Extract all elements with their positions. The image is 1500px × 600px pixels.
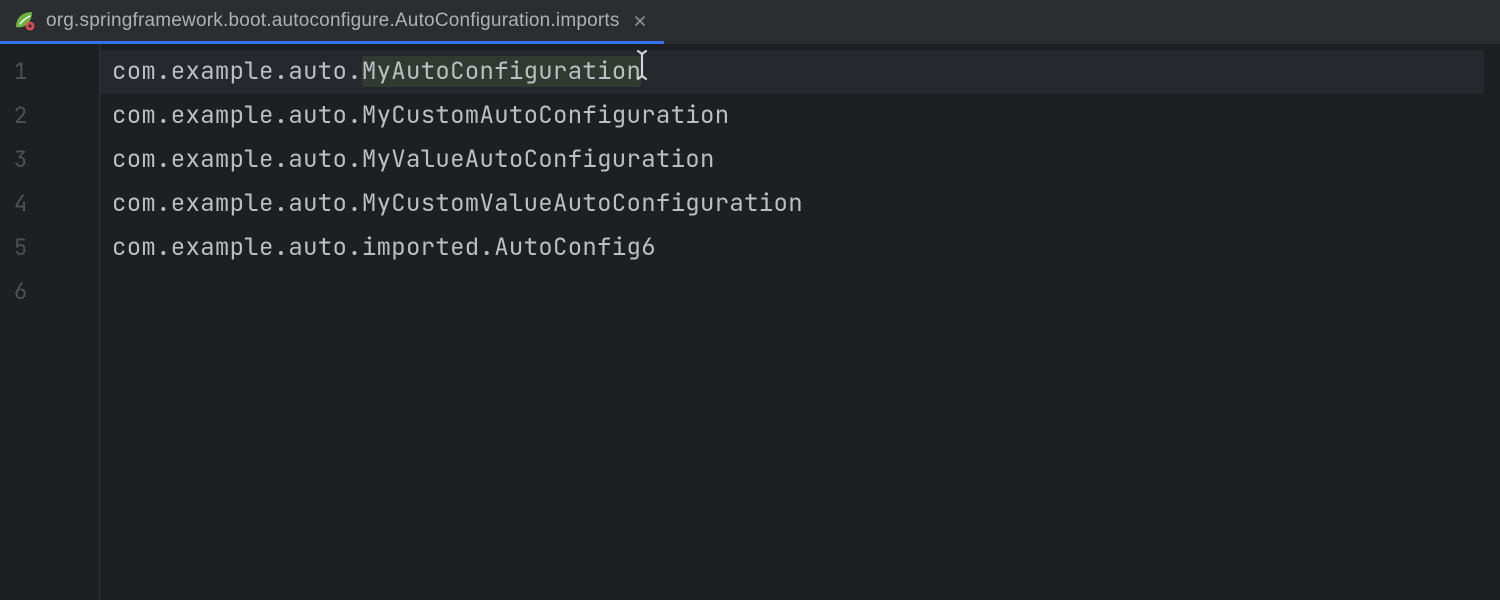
code-text: com.example.auto.imported.AutoConfig6	[112, 232, 656, 263]
line-number-gutter: 1 2 3 4 5 6	[0, 44, 100, 600]
close-icon	[634, 15, 646, 27]
tab-title: org.springframework.boot.autoconfigure.A…	[46, 10, 620, 32]
code-text: com.example.auto.MyCustomValueAutoConfig…	[112, 188, 803, 219]
line-number[interactable]: 6	[0, 270, 99, 314]
code-line[interactable]: com.example.auto.MyCustomValueAutoConfig…	[100, 182, 1484, 226]
tab-bar: org.springframework.boot.autoconfigure.A…	[0, 0, 1500, 44]
code-line[interactable]: com.example.auto.imported.AutoConfig6	[100, 226, 1484, 270]
line-number[interactable]: 2	[0, 94, 99, 138]
editor-tab[interactable]: org.springframework.boot.autoconfigure.A…	[0, 0, 664, 44]
code-text: com.example.auto.MyCustomAutoConfigurati…	[112, 100, 729, 131]
close-tab-button[interactable]	[630, 11, 650, 31]
spring-leaf-icon	[12, 9, 36, 33]
code-line[interactable]: com.example.auto.MyCustomAutoConfigurati…	[100, 94, 1484, 138]
code-line[interactable]: com.example.auto.MyValueAutoConfiguratio…	[100, 138, 1484, 182]
vertical-scrollbar[interactable]	[1484, 44, 1500, 600]
code-line[interactable]: com.example.auto.MyAutoConfiguration	[100, 50, 1484, 94]
line-number[interactable]: 1	[0, 50, 99, 94]
editor: 1 2 3 4 5 6 com.example.auto.MyAutoConfi…	[0, 44, 1500, 600]
code-text: com.example.auto.MyValueAutoConfiguratio…	[112, 144, 715, 175]
line-number[interactable]: 3	[0, 138, 99, 182]
code-text: com.example.auto.	[112, 56, 362, 87]
code-line[interactable]	[100, 270, 1484, 314]
line-number[interactable]: 5	[0, 226, 99, 270]
line-number[interactable]: 4	[0, 182, 99, 226]
usage-highlight: MyAutoConfiguration	[362, 56, 641, 87]
code-area[interactable]: com.example.auto.MyAutoConfiguration com…	[100, 44, 1484, 600]
text-caret-icon	[641, 50, 643, 80]
